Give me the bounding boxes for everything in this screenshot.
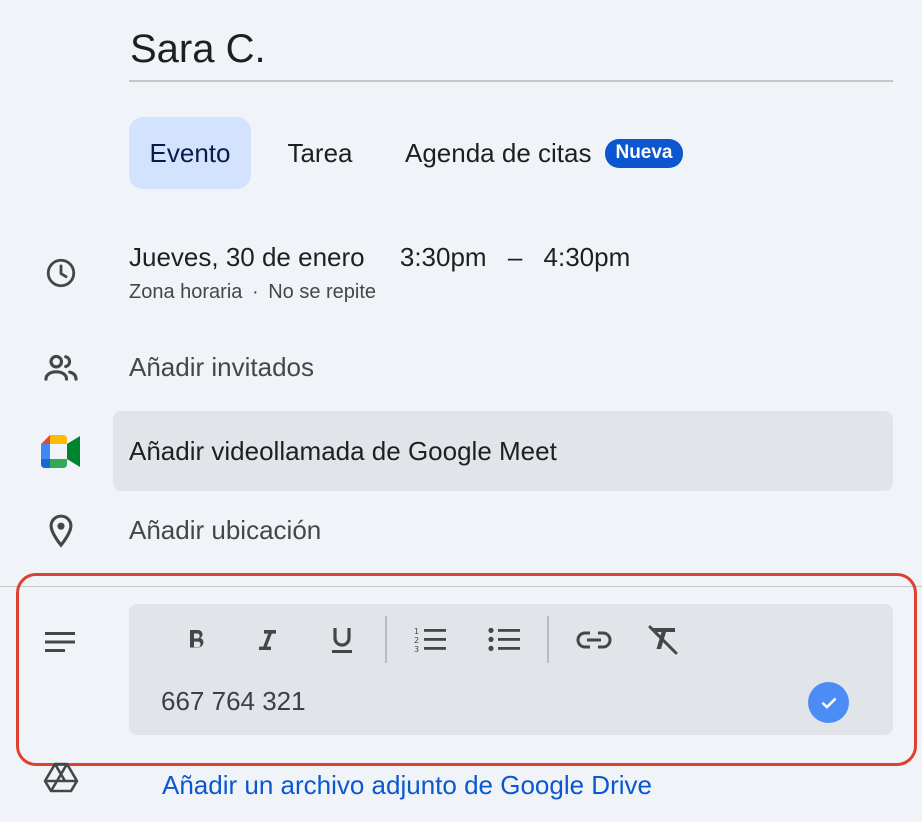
google-drive-icon — [40, 756, 82, 798]
title-field-wrapper — [129, 20, 893, 82]
new-badge: Nueva — [605, 138, 683, 168]
add-drive-attachment-link[interactable]: Añadir un archivo adjunto de Google Driv… — [162, 770, 652, 801]
tab-evento[interactable]: Evento — [129, 117, 251, 189]
repeat-dropdown[interactable]: No se repite — [268, 281, 376, 303]
google-meet-icon — [40, 431, 82, 473]
separator-dot: · — [251, 281, 259, 303]
tab-label: Agenda de citas — [405, 137, 592, 168]
add-google-meet-button[interactable]: Añadir videollamada de Google Meet — [113, 411, 893, 491]
add-guests-button[interactable]: Añadir invitados — [129, 352, 314, 383]
end-time-button[interactable]: 4:30pm — [544, 242, 631, 272]
location-pin-icon — [40, 510, 82, 552]
people-icon — [40, 347, 82, 389]
tab-label: Evento — [149, 137, 231, 168]
clock-icon — [40, 252, 82, 294]
timezone-link[interactable]: Zona horaria — [129, 281, 242, 303]
tab-tarea[interactable]: Tarea — [270, 117, 370, 189]
highlight-frame — [16, 573, 917, 766]
date-button[interactable]: Jueves, 30 de enero — [129, 242, 365, 272]
start-time-button[interactable]: 3:30pm — [400, 242, 487, 272]
tab-agenda-de-citas[interactable]: Agenda de citas Nueva — [392, 117, 732, 189]
time-dash: – — [507, 242, 523, 272]
datetime-subline: Zona horaria · No se repite — [129, 281, 376, 304]
event-title-input[interactable] — [129, 20, 893, 78]
add-location-button[interactable]: Añadir ubicación — [129, 515, 321, 546]
datetime-line: Jueves, 30 de enero 3:30pm – 4:30pm — [129, 242, 630, 273]
meet-label: Añadir videollamada de Google Meet — [129, 435, 557, 466]
tab-label: Tarea — [287, 137, 353, 168]
